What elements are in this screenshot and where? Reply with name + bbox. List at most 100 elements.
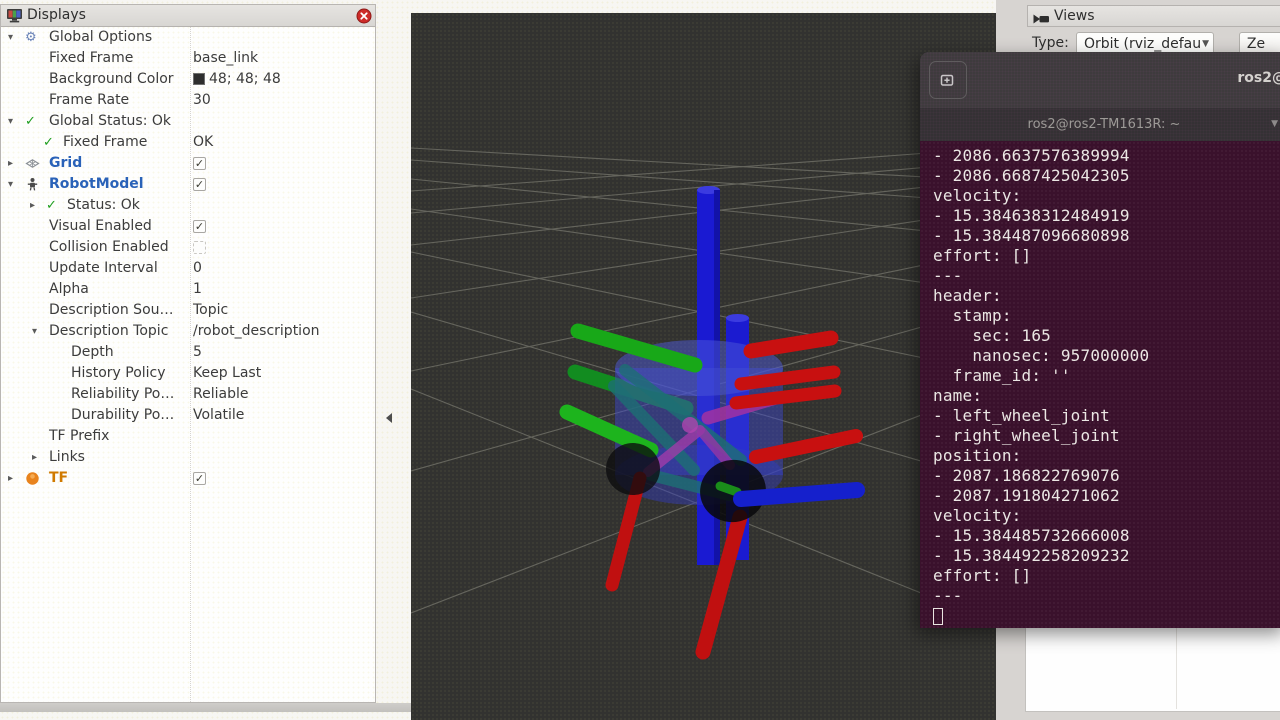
property-label: Status: Ok: [67, 195, 140, 216]
property-value[interactable]: OK: [193, 132, 213, 153]
display-row[interactable]: ▸ Links: [1, 447, 375, 468]
terminal-line: frame_id: '': [933, 366, 1280, 386]
property-value[interactable]: 5: [193, 342, 202, 363]
property-value[interactable]: Topic: [193, 300, 228, 321]
property-value[interactable]: [193, 237, 206, 258]
checkbox[interactable]: ✓: [193, 178, 206, 191]
panel-collapse-arrow-icon[interactable]: [386, 413, 392, 423]
terminal-tab[interactable]: ros2@ros2-TM1613R: ~: [1028, 108, 1181, 141]
display-row[interactable]: TF Prefix: [1, 426, 375, 447]
terminal-line: - 2086.6687425042305: [933, 166, 1280, 186]
terminal-line: effort: []: [933, 246, 1280, 266]
display-row[interactable]: ▸ Grid ✓: [1, 153, 375, 174]
property-label: Global Options: [49, 27, 152, 48]
property-label: Depth: [71, 342, 114, 363]
property-value[interactable]: Reliable: [193, 384, 248, 405]
display-row[interactable]: Fixed Framebase_link: [1, 48, 375, 69]
displays-panel-titlebar[interactable]: Displays: [1, 5, 375, 27]
views-camera-icon: [1033, 11, 1050, 32]
property-value[interactable]: ✓: [193, 174, 206, 195]
views-type-label: Type:: [1032, 35, 1069, 51]
close-icon[interactable]: [356, 8, 372, 24]
checkbox[interactable]: ✓: [193, 220, 206, 233]
property-label: RobotModel: [49, 174, 144, 195]
property-value[interactable]: 30: [193, 90, 211, 111]
display-row[interactable]: Collision Enabled: [1, 237, 375, 258]
rviz-window: Displays ▾⚙Global OptionsFixed Framebase…: [0, 0, 1280, 720]
display-row[interactable]: Frame Rate 30: [1, 90, 375, 111]
property-value[interactable]: 0: [193, 258, 202, 279]
property-value[interactable]: 48; 48; 48: [193, 69, 281, 90]
property-value[interactable]: 1: [193, 279, 202, 300]
display-row[interactable]: ▾Description Topic/robot_description: [1, 321, 375, 342]
checkbox[interactable]: ✓: [193, 472, 206, 485]
terminal-line: - right_wheel_joint: [933, 426, 1280, 446]
display-row[interactable]: ▾✓Global Status: Ok: [1, 111, 375, 132]
property-value[interactable]: Keep Last: [193, 363, 261, 384]
views-panel-titlebar[interactable]: Views: [1027, 5, 1280, 27]
checkbox[interactable]: ✓: [193, 157, 206, 170]
terminal-line: - left_wheel_joint: [933, 406, 1280, 426]
property-value[interactable]: ✓: [193, 468, 206, 489]
property-value[interactable]: Volatile: [193, 405, 244, 426]
display-row[interactable]: History Policy Keep Last: [1, 363, 375, 384]
property-value[interactable]: /robot_description: [193, 321, 320, 342]
terminal-line: nanosec: 957000000: [933, 346, 1280, 366]
property-label: Frame Rate: [49, 90, 129, 111]
property-label: TF: [49, 468, 68, 489]
display-row[interactable]: Reliability Po…Reliable: [1, 384, 375, 405]
property-label: Links: [49, 447, 85, 468]
display-row[interactable]: Depth 5: [1, 342, 375, 363]
render-viewport[interactable]: [411, 13, 996, 720]
display-row[interactable]: Visual Enabled✓: [1, 216, 375, 237]
chevron-down-icon[interactable]: ▾: [8, 27, 13, 48]
terminal-line: ---: [933, 586, 1280, 606]
terminal-line: ---: [933, 266, 1280, 286]
display-row[interactable]: ✓Fixed FrameOK: [1, 132, 375, 153]
terminal-tab-bar: ros2@ros2-TM1613R: ~ ▼: [920, 108, 1280, 141]
terminal-header[interactable]: ros2@: [920, 52, 1280, 108]
chevron-right-icon[interactable]: ▸: [8, 468, 13, 489]
tab-list-chevron-icon[interactable]: ▼: [1271, 108, 1278, 141]
property-label: Global Status: Ok: [49, 111, 171, 132]
tf-axis-green-nub: [720, 486, 737, 492]
grid-icon: [25, 156, 40, 171]
display-row[interactable]: ▾⚙Global Options: [1, 27, 375, 48]
chevron-right-icon[interactable]: ▸: [32, 447, 37, 468]
check-icon: ✓: [43, 135, 58, 150]
display-row[interactable]: Background Color 48; 48; 48: [1, 69, 375, 90]
check-icon: ✓: [46, 198, 61, 213]
property-label: Description Sou…: [49, 300, 174, 321]
chevron-down-icon[interactable]: ▾: [8, 111, 13, 132]
property-label: Background Color: [49, 69, 174, 90]
property-label: Grid: [49, 153, 82, 174]
property-value[interactable]: base_link: [193, 48, 258, 69]
display-row[interactable]: Durability Po…Volatile: [1, 405, 375, 426]
property-label: History Policy: [71, 363, 166, 384]
terminal-output[interactable]: - 2086.6637576389994- 2086.6687425042305…: [920, 141, 1280, 628]
display-row[interactable]: Description Sou… Topic: [1, 300, 375, 321]
chevron-right-icon[interactable]: ▸: [8, 153, 13, 174]
display-row[interactable]: Update Interval0: [1, 258, 375, 279]
color-swatch: [193, 73, 205, 85]
terminal-cursor-line: [933, 606, 1280, 626]
chevron-down-icon[interactable]: ▾: [8, 174, 13, 195]
checkbox[interactable]: [193, 241, 206, 254]
panel-resize-handle[interactable]: [0, 703, 411, 712]
terminal-line: name:: [933, 386, 1280, 406]
new-tab-button[interactable]: [929, 61, 967, 99]
display-row[interactable]: ▾ RobotModel ✓: [1, 174, 375, 195]
robot-icon: [25, 177, 40, 192]
chevron-down-icon[interactable]: ▾: [32, 321, 37, 342]
chevron-right-icon[interactable]: ▸: [30, 195, 35, 216]
display-row[interactable]: ▸ ✓ Status: Ok: [1, 195, 375, 216]
robot-model-scene: [411, 13, 996, 720]
property-label: TF Prefix: [49, 426, 109, 447]
terminal-window-title: ros2@: [1237, 70, 1280, 86]
displays-panel: Displays ▾⚙Global OptionsFixed Framebase…: [0, 4, 376, 703]
terminal-line: - 15.384487096680898: [933, 226, 1280, 246]
display-row[interactable]: ▸ TF ✓: [1, 468, 375, 489]
property-value[interactable]: ✓: [193, 216, 206, 237]
property-value[interactable]: ✓: [193, 153, 206, 174]
display-row[interactable]: Alpha1: [1, 279, 375, 300]
